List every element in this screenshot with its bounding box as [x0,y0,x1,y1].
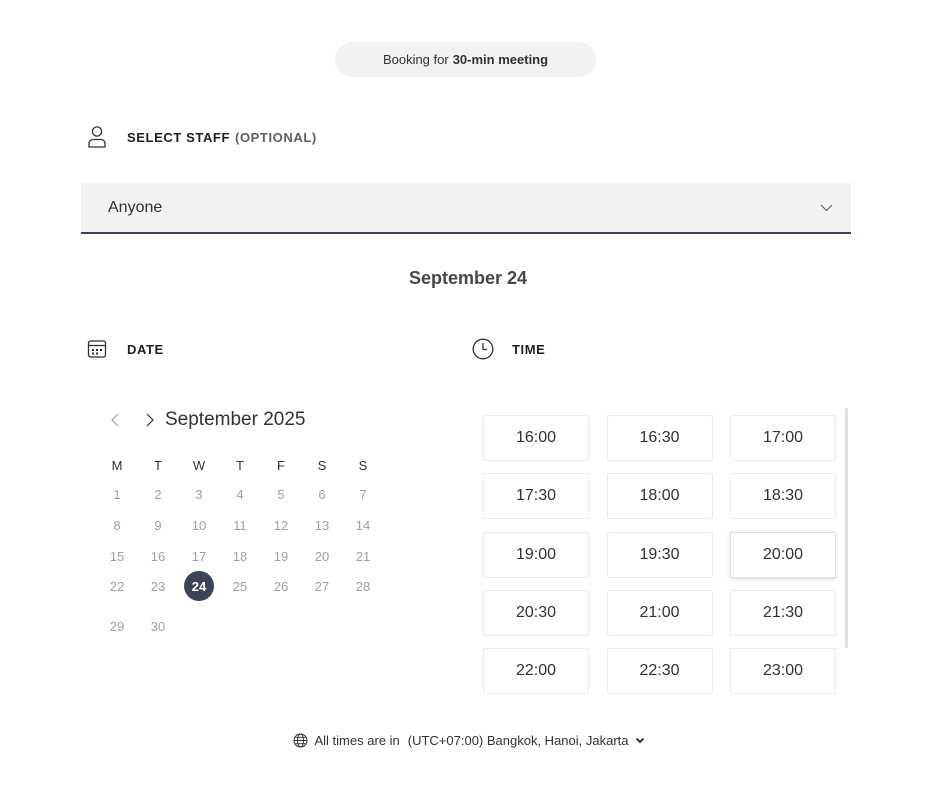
time-slot-button[interactable]: 22:30 [606,648,713,695]
calendar-day[interactable]: 4 [225,483,255,505]
time-slot-button[interactable]: 18:00 [606,473,713,520]
globe-icon [292,731,310,749]
calendar-day[interactable]: 5 [266,483,296,505]
calendar-day[interactable]: 27 [307,575,337,597]
time-slots-scrollbar[interactable] [845,408,848,648]
calendar-day[interactable]: 1 [102,483,132,505]
calendar-day[interactable]: 30 [143,615,173,637]
booking-service-name: 30-min meeting [452,52,549,67]
calendar-day[interactable]: 3 [184,483,214,505]
calendar-day[interactable]: 28 [348,575,378,597]
time-slot-button[interactable]: 20:00 [730,531,836,578]
calendar-day[interactable]: 7 [348,483,378,505]
calendar-day[interactable]: 26 [266,575,296,597]
time-slot-button[interactable]: 16:30 [606,415,713,461]
calendar-day[interactable]: 12 [266,514,296,536]
time-slot-button[interactable]: 17:30 [483,473,589,520]
calendar-day[interactable]: 11 [225,514,255,536]
weekday-header: T [154,457,162,473]
calendar-day[interactable]: 13 [307,514,337,536]
weekday-header: F [277,457,285,473]
time-slot-button[interactable]: 21:30 [730,589,836,636]
calendar-day[interactable]: 14 [348,514,378,536]
calendar-day-selected[interactable]: 24 [184,571,214,601]
caret-down-icon[interactable] [635,737,645,744]
time-slot-button[interactable]: 16:00 [483,415,589,461]
clock-icon [471,337,495,361]
calendar-day[interactable]: 10 [184,514,214,536]
weekday-header: S [317,457,327,473]
timezone-prefix: All times are in [314,732,400,748]
calendar-day[interactable]: 22 [102,575,132,597]
time-section-label: TIME [512,341,546,357]
time-slot-button[interactable]: 21:00 [606,589,713,636]
calendar-day[interactable]: 2 [143,483,173,505]
weekday-header: M [111,457,123,473]
chevron-down-icon [820,199,833,217]
booking-prefix: Booking for [382,52,449,67]
timezone-bar: All times are in (UTC+07:00) Bangkok, Ha… [0,730,936,750]
calendar-day[interactable]: 16 [143,545,173,567]
calendar-day[interactable]: 21 [348,545,378,567]
time-slot-button[interactable]: 17:00 [730,415,836,461]
calendar-day[interactable]: 23 [143,575,173,597]
calendar-day[interactable]: 9 [143,514,173,536]
time-section-heading: TIME [471,336,545,362]
weekday-header: S [358,457,368,473]
calendar-day[interactable]: 8 [102,514,132,536]
calendar-grid: M T W T F S S 1 2 3 4 5 6 7 8 9 10 11 12 13 14 15 16 17 18 19 20 21… [97,0,387,660]
calendar-day[interactable]: 18 [225,545,255,567]
calendar-day[interactable]: 29 [102,615,132,637]
weekday-header: T [236,457,244,473]
calendar-day[interactable]: 6 [307,483,337,505]
timezone-value[interactable]: (UTC+07:00) Bangkok, Hanoi, Jakarta [408,733,629,748]
time-slot-button[interactable]: 19:30 [606,531,713,578]
calendar-day[interactable]: 20 [307,545,337,567]
time-slot-button[interactable]: 19:00 [483,531,589,578]
time-slot-button[interactable]: 23:00 [730,648,836,695]
calendar-day[interactable]: 19 [266,545,296,567]
time-slot-button[interactable]: 20:30 [483,589,589,636]
time-slot-button[interactable]: 18:30 [730,473,836,520]
calendar-day[interactable]: 17 [184,545,214,567]
time-slot-button[interactable]: 22:00 [483,648,589,695]
weekday-header: W [192,457,206,473]
calendar-day[interactable]: 25 [225,575,255,597]
calendar-day[interactable]: 15 [102,545,132,567]
